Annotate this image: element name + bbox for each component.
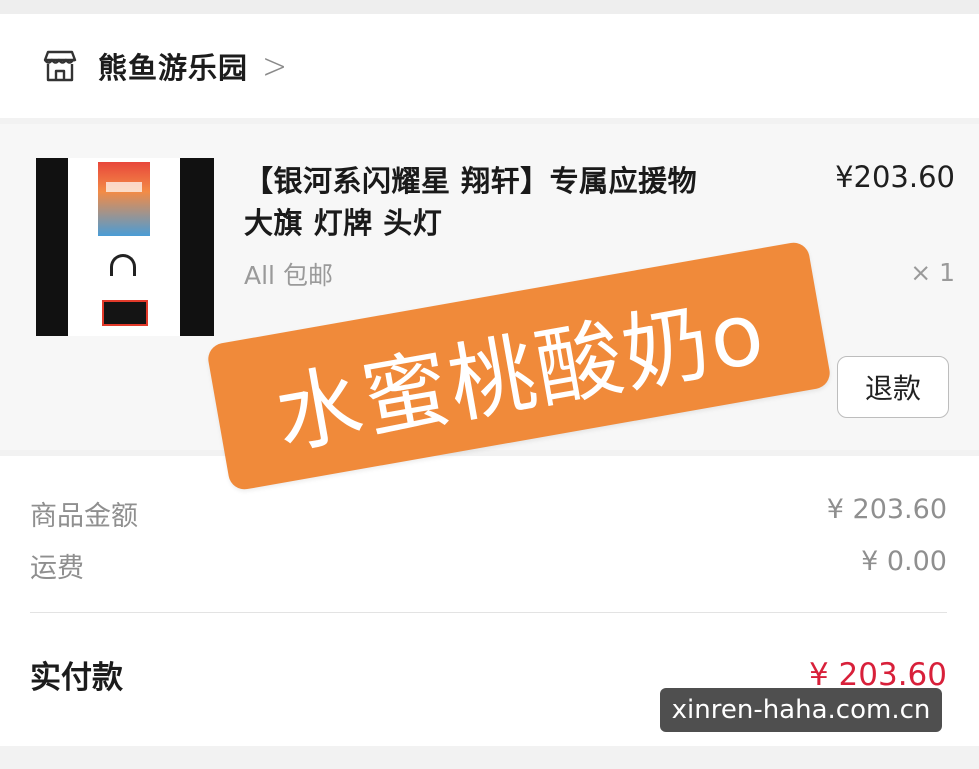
- thumbnail-bar-left: [36, 158, 68, 336]
- divider: [30, 612, 947, 613]
- product-thumbnail[interactable]: [36, 158, 214, 336]
- product-quantity: × 1: [910, 258, 955, 287]
- shipping-row: 运费 ¥ 0.00: [30, 546, 947, 585]
- store-icon: [43, 50, 77, 82]
- product-title[interactable]: 【银河系闪耀星 翔轩】专属应援物 大旗 灯牌 头灯: [244, 160, 714, 244]
- thumbnail-bar-right: [180, 158, 214, 336]
- refund-button[interactable]: 退款: [837, 356, 949, 418]
- shipping-label: 运费: [30, 553, 84, 584]
- shop-header[interactable]: 熊鱼游乐园 >: [0, 14, 979, 118]
- thumbnail-headband: [110, 254, 136, 276]
- product-spec: All 包邮: [244, 261, 333, 290]
- goods-amount-label: 商品金额: [30, 501, 138, 532]
- top-strip: [0, 0, 979, 14]
- shop-name[interactable]: 熊鱼游乐园: [98, 45, 248, 87]
- product-price: ¥203.60: [835, 160, 955, 194]
- thumbnail-flag-poster: [98, 162, 150, 236]
- paid-label: 实付款: [30, 660, 123, 696]
- site-watermark: xinren-haha.com.cn: [660, 688, 942, 732]
- chevron-right-icon[interactable]: >: [262, 45, 287, 87]
- thumbnail-light-board: [102, 300, 148, 326]
- goods-amount-row: 商品金额 ¥ 203.60: [30, 494, 947, 533]
- goods-amount-value: ¥ 203.60: [826, 494, 947, 525]
- shipping-value: ¥ 0.00: [861, 546, 947, 577]
- bottom-strip: [0, 746, 979, 769]
